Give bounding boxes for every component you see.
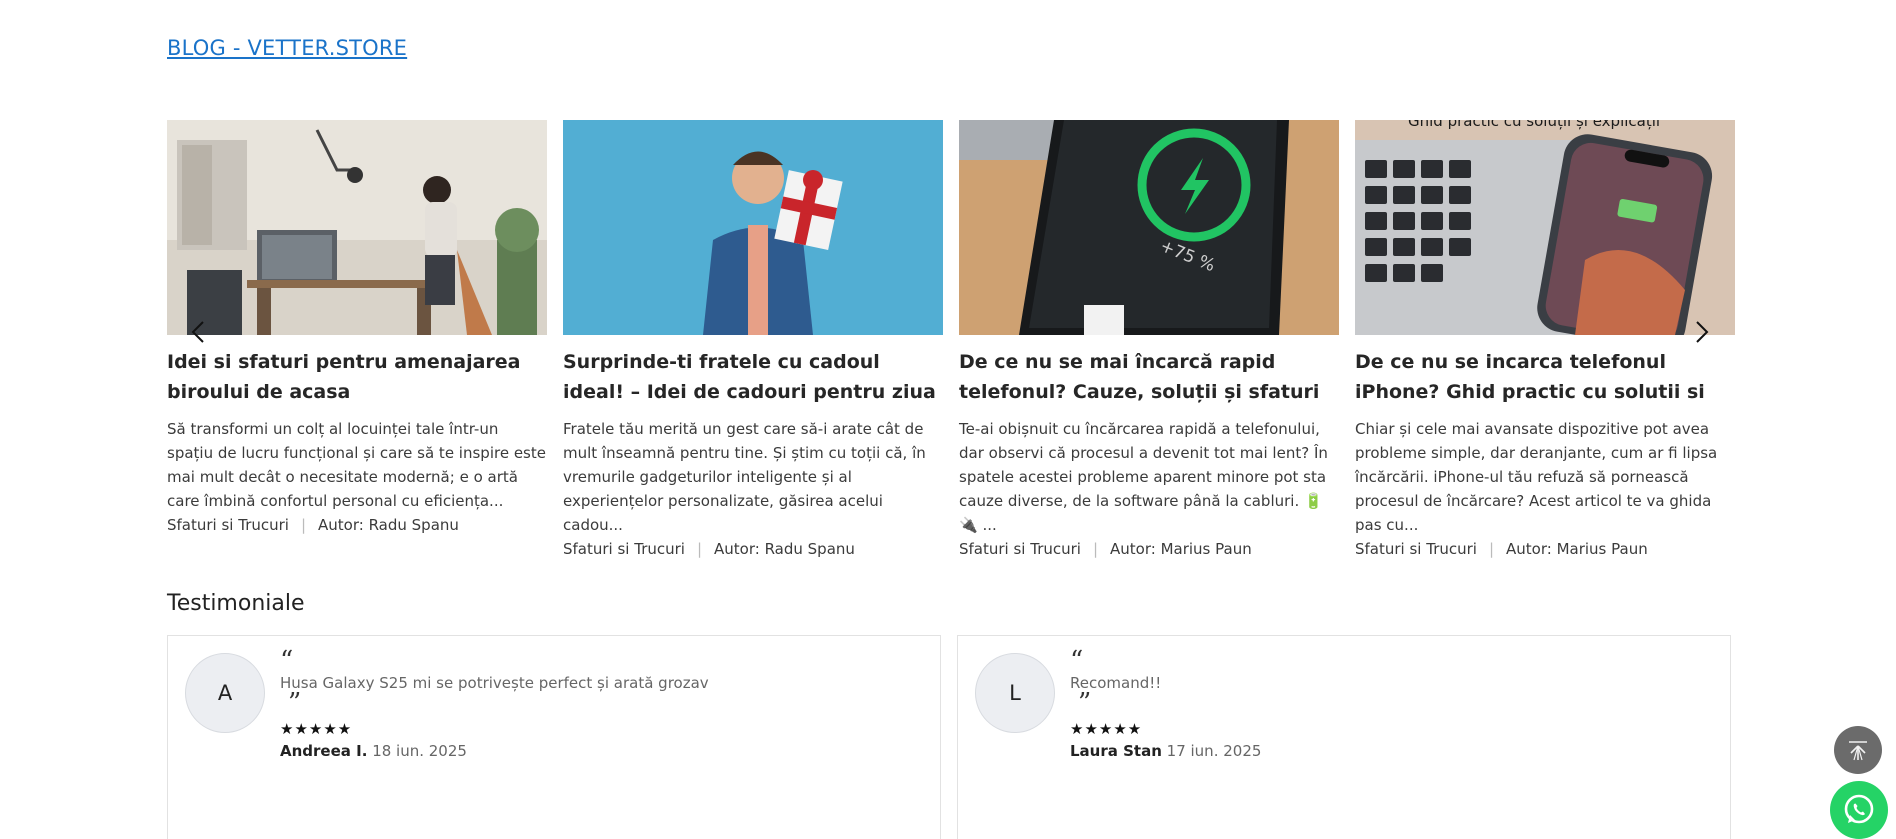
blog-card-author: Autor: Marius Paun xyxy=(1506,540,1648,558)
review-date: 18 iun. 2025 xyxy=(372,742,467,760)
testimonial-card: A “ Husa Galaxy S25 mi se potrivește per… xyxy=(167,635,941,839)
blog-card-category[interactable]: Sfaturi si Trucuri xyxy=(563,540,685,558)
blog-card-author: Autor: Marius Paun xyxy=(1110,540,1252,558)
carousel-next-button[interactable] xyxy=(1689,320,1713,344)
blog-card-category[interactable]: Sfaturi si Trucuri xyxy=(959,540,1081,558)
avatar: L xyxy=(975,653,1055,733)
scroll-to-top-button[interactable] xyxy=(1834,726,1882,774)
whatsapp-button[interactable] xyxy=(1830,781,1888,839)
testimonial-card: L “ Recomand!! ” ★★★★★ Laura Stan 17 iun… xyxy=(957,635,1731,839)
blog-card-excerpt: Te-ai obișnuit cu încărcarea rapidă a te… xyxy=(959,420,1328,534)
review-date: 17 iun. 2025 xyxy=(1166,742,1262,760)
blog-card-image[interactable] xyxy=(563,120,943,335)
testimonial-author: Laura Stan 17 iun. 2025 xyxy=(1070,742,1261,760)
meta-divider: | xyxy=(696,540,703,558)
carousel-prev-button[interactable] xyxy=(187,320,211,344)
chevron-right-icon xyxy=(1696,321,1709,343)
testimonial-text: Recomand!! xyxy=(1070,674,1162,692)
blog-card-meta: Sfaturi si Trucuri | Autor: Radu Spanu xyxy=(167,513,547,537)
blog-card-author: Autor: Radu Spanu xyxy=(714,540,855,558)
blog-card[interactable]: Idei si sfaturi pentru amenajarea biroul… xyxy=(167,120,547,537)
reviewer-name: Laura Stan xyxy=(1070,742,1162,760)
image-caption: Ghid practic cu soluții și explicații xyxy=(1408,120,1660,130)
blog-card[interactable]: Ghid practic cu soluții și explicații De… xyxy=(1355,120,1735,561)
quote-close-icon: ” xyxy=(1078,688,1092,718)
quote-close-icon: ” xyxy=(288,688,302,718)
blog-card-meta: Sfaturi si Trucuri | Autor: Marius Paun xyxy=(1355,537,1735,561)
blog-carousel: Idei si sfaturi pentru amenajarea biroul… xyxy=(167,120,1735,570)
blog-link[interactable]: BLOG - VETTER.STORE xyxy=(167,36,407,60)
blog-card-image[interactable] xyxy=(167,120,547,335)
testimonials-title: Testimoniale xyxy=(167,591,305,616)
whatsapp-icon xyxy=(1844,794,1874,824)
blog-card-image[interactable]: +75 % xyxy=(959,120,1339,335)
testimonial-author: Andreea I. 18 iun. 2025 xyxy=(280,742,709,760)
blog-card-title[interactable]: Idei si sfaturi pentru amenajarea biroul… xyxy=(167,347,547,407)
blog-card-title[interactable]: Surprinde-ti fratele cu cadoul ideal! – … xyxy=(563,347,943,407)
blog-card-category[interactable]: Sfaturi si Trucuri xyxy=(167,516,289,534)
avatar: A xyxy=(185,653,265,733)
blog-card[interactable]: Surprinde-ti fratele cu cadoul ideal! – … xyxy=(563,120,943,561)
meta-divider: | xyxy=(1092,540,1099,558)
quote-open-icon: “ xyxy=(1070,646,1084,676)
testimonial-body: “ Recomand!! ” ★★★★★ Laura Stan 17 iun. … xyxy=(1070,646,1261,760)
star-rating: ★★★★★ xyxy=(1070,720,1143,738)
meta-divider: | xyxy=(1488,540,1495,558)
testimonial-body: “ Husa Galaxy S25 mi se potrivește perfe… xyxy=(280,646,709,760)
blog-card-category[interactable]: Sfaturi si Trucuri xyxy=(1355,540,1477,558)
blog-card[interactable]: +75 % De ce nu se mai încarcă rapid tele… xyxy=(959,120,1339,561)
blog-card-excerpt: Fratele tău merită un gest care să-i ara… xyxy=(563,420,926,534)
blog-card-author: Autor: Radu Spanu xyxy=(318,516,459,534)
blog-card-meta: Sfaturi si Trucuri | Autor: Marius Paun xyxy=(959,537,1339,561)
blog-card-meta: Sfaturi si Trucuri | Autor: Radu Spanu xyxy=(563,537,943,561)
reviewer-name: Andreea I. xyxy=(280,742,368,760)
quote-open-icon: “ xyxy=(280,646,294,676)
meta-divider: | xyxy=(300,516,307,534)
chevron-left-icon xyxy=(191,321,204,343)
scroll-to-top-icon xyxy=(1849,741,1867,761)
blog-card-title[interactable]: De ce nu se incarca telefonul iPhone? Gh… xyxy=(1355,347,1735,407)
star-rating: ★★★★★ xyxy=(280,720,353,738)
testimonial-text: Husa Galaxy S25 mi se potrivește perfect… xyxy=(280,674,709,692)
blog-card-excerpt: Chiar și cele mai avansate dispozitive p… xyxy=(1355,420,1718,534)
blog-card-title[interactable]: De ce nu se mai încarcă rapid telefonul?… xyxy=(959,347,1339,407)
blog-card-image[interactable]: Ghid practic cu soluții și explicații xyxy=(1355,120,1735,335)
blog-card-excerpt: Să transformi un colț al locuinței tale … xyxy=(167,420,546,510)
